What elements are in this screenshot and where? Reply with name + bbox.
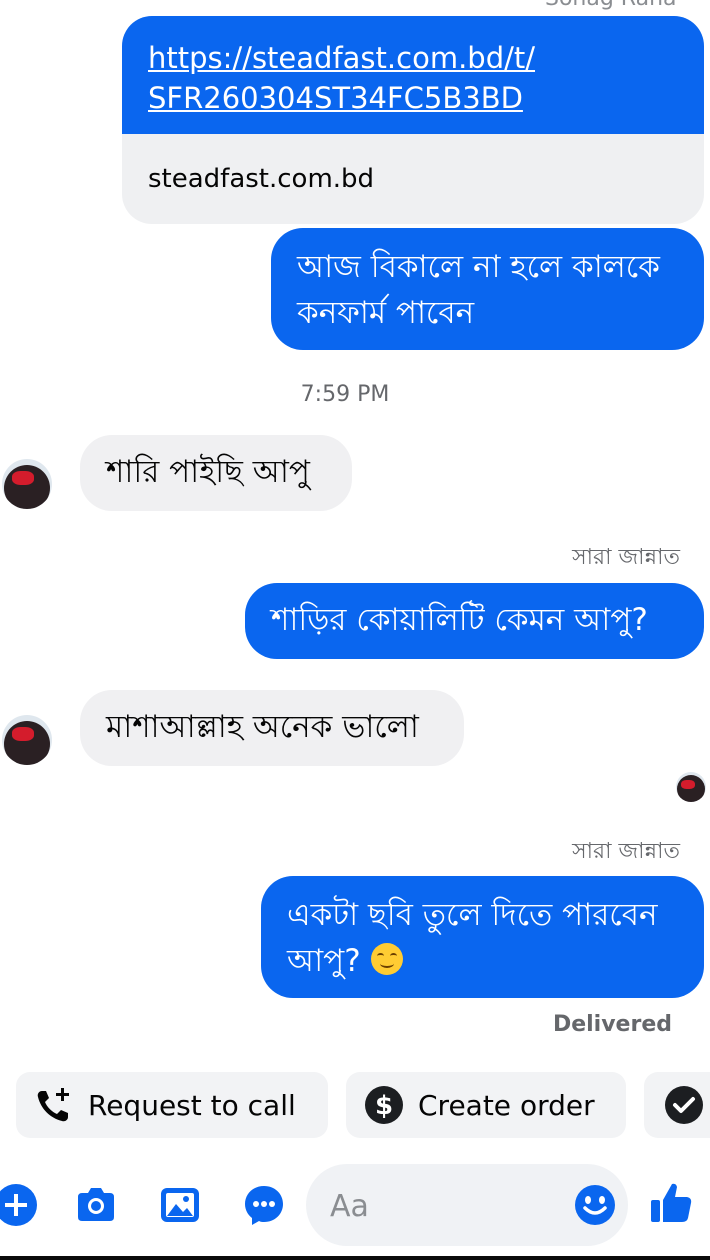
sender-name: সারা জান্নাত: [572, 839, 680, 864]
message-text-line: আজ বিকালে না হলে কালকে: [297, 249, 660, 285]
message-text: শারি পাইছি আপু: [106, 454, 310, 490]
request-to-call-label: Request to call: [88, 1088, 296, 1122]
dollar-icon: $: [365, 1086, 403, 1124]
incoming-message-bubble[interactable]: মাশাআল্লাহ অনেক ভালো: [80, 690, 464, 766]
check-circle-icon: [665, 1086, 703, 1124]
message-text: শাড়ির কোয়ালিটি কেমন আপু?: [271, 602, 648, 638]
message-text-line: একটা ছবি তুলে দিতে পারবেন: [287, 897, 658, 933]
outgoing-message-bubble[interactable]: একটা ছবি তুলে দিতে পারবেন আপু?: [261, 876, 704, 998]
request-to-call-button[interactable]: Request to call: [16, 1072, 328, 1138]
create-order-button[interactable]: $ Create order: [346, 1072, 626, 1138]
message-timestamp: 7:59 PM: [300, 382, 390, 407]
outgoing-message-bubble[interactable]: শাড়ির কোয়ালিটি কেমন আপু?: [245, 583, 704, 659]
bottom-divider: [0, 1256, 710, 1260]
messenger-app-icon[interactable]: [242, 1183, 286, 1227]
link-preview-domain: steadfast.com.bd: [148, 164, 375, 194]
link-preview-url-area[interactable]: https://steadfast.com.bd/t/ SFR260304ST3…: [122, 16, 704, 134]
svg-text:$: $: [375, 1091, 393, 1121]
smiling-face-emoji-icon: [370, 943, 403, 975]
emoji-icon[interactable]: [573, 1183, 617, 1227]
cutoff-sender-name: Sohag Rana: [545, 0, 677, 11]
incoming-message-bubble[interactable]: শারি পাইছি আপু: [80, 435, 352, 511]
image-icon[interactable]: [158, 1183, 202, 1227]
outgoing-message-bubble[interactable]: আজ বিকালে না হলে কালকে কনফার্ম পাবেন: [271, 228, 704, 350]
message-input[interactable]: [328, 1182, 562, 1230]
read-receipt-avatar: [676, 772, 706, 802]
create-order-label: Create order: [418, 1088, 595, 1122]
like-icon[interactable]: [648, 1180, 694, 1226]
contact-avatar[interactable]: [2, 459, 52, 509]
sender-name: সারা জান্নাত: [572, 545, 680, 570]
mark-done-button[interactable]: [644, 1072, 710, 1138]
camera-icon[interactable]: [74, 1183, 118, 1227]
delivery-status: Delivered: [552, 1012, 672, 1037]
phone-plus-icon: [37, 1088, 69, 1122]
contact-avatar[interactable]: [2, 715, 52, 765]
message-text: মাশাআল্লাহ অনেক ভালো: [106, 709, 419, 745]
plus-icon[interactable]: [0, 1183, 38, 1227]
link-preview-card[interactable]: https://steadfast.com.bd/t/ SFR260304ST3…: [122, 16, 704, 224]
message-text-line: আপু?: [287, 943, 361, 979]
link-url-line2[interactable]: SFR260304ST34FC5B3BD: [148, 78, 678, 118]
link-url-line1[interactable]: https://steadfast.com.bd/t/: [148, 38, 678, 78]
message-text-line: কনফার্ম পাবেন: [297, 295, 475, 331]
